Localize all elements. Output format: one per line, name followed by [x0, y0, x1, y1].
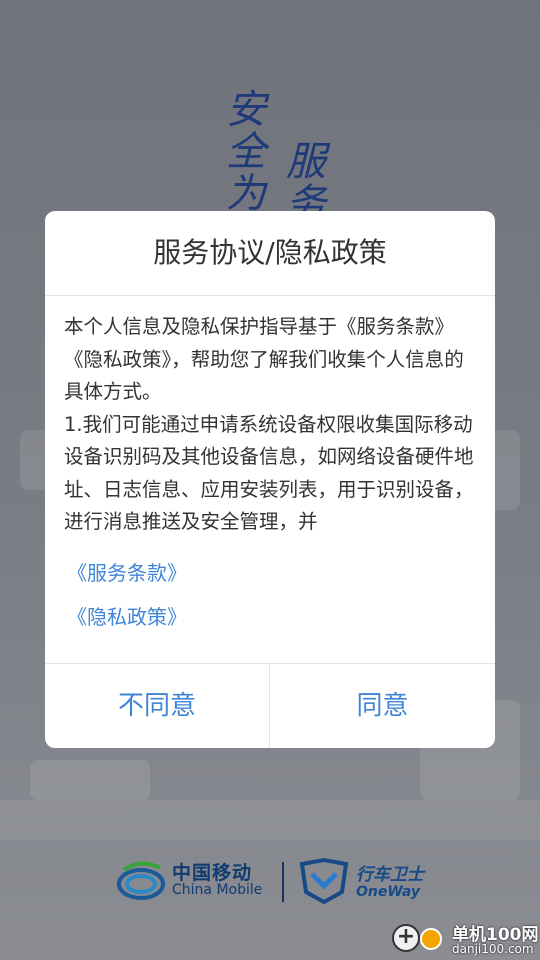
agree-button[interactable]: 同意 — [270, 664, 495, 748]
brand-china-mobile-en: China Mobile — [172, 882, 263, 898]
watermark-url: danji100.com — [452, 942, 534, 956]
watermark-plus-icon: + — [392, 924, 420, 952]
brand-china-mobile-cn: 中国移动 — [172, 862, 253, 884]
brand-divider — [282, 862, 284, 902]
china-mobile-logo-icon — [117, 861, 165, 900]
oneway-logo-icon — [299, 857, 349, 905]
watermark-dot-icon — [420, 928, 442, 950]
privacy-policy-link[interactable]: 《隐私政策》 — [67, 601, 187, 630]
terms-of-service-link[interactable]: 《服务条款》 — [67, 557, 187, 586]
brand-oneway-cn: 行车卫士 — [356, 865, 424, 885]
decoration — [30, 760, 150, 800]
brand-oneway-en: OneWay — [356, 884, 420, 900]
dialog-body-text[interactable]: 本个人信息及隐私保护指导基于《服务条款》《隐私政策》，帮助您了解我们收集个人信息… — [64, 311, 476, 539]
divider — [45, 295, 495, 296]
privacy-dialog: 服务协议/隐私政策 本个人信息及隐私保护指导基于《服务条款》《隐私政策》，帮助您… — [45, 211, 495, 748]
slogan-left: 安全为 — [219, 88, 265, 214]
disagree-button[interactable]: 不同意 — [45, 664, 269, 748]
dialog-title: 服务协议/隐私政策 — [153, 236, 387, 269]
decoration-floor — [0, 800, 540, 840]
